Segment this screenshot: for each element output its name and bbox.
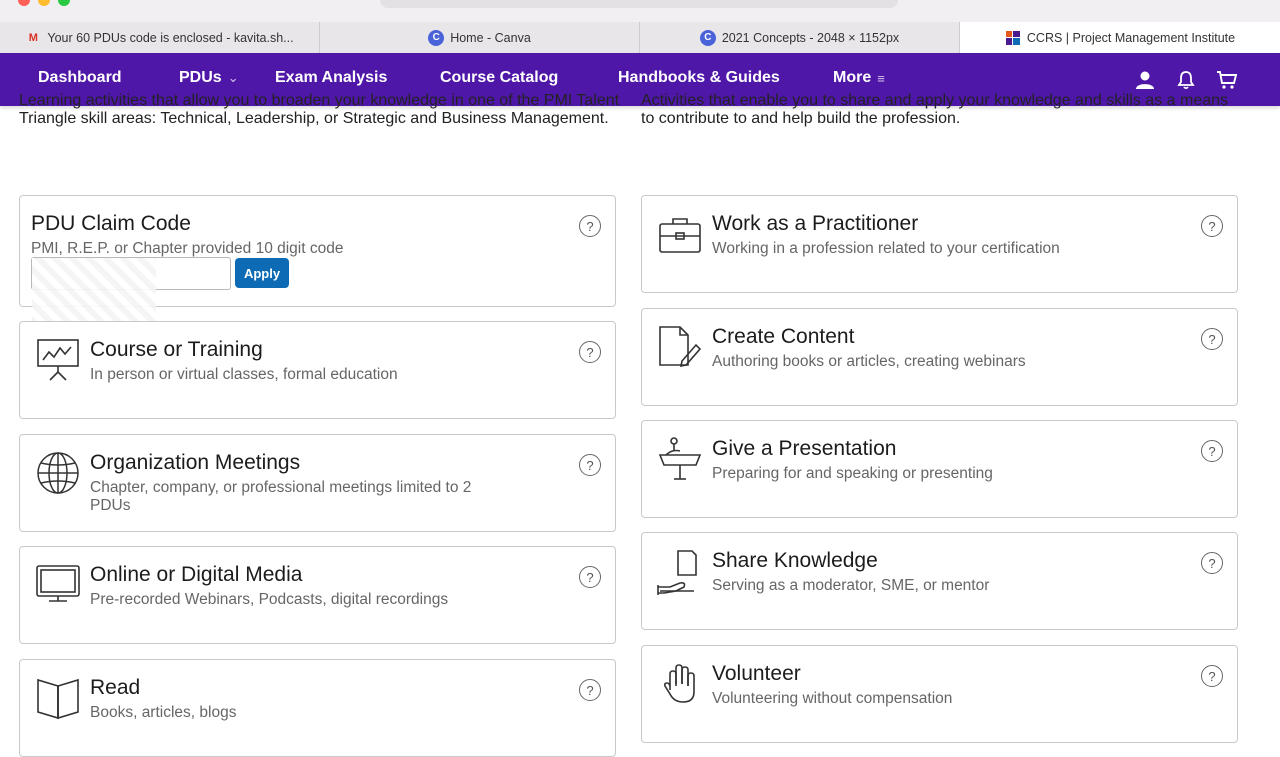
card-subtitle: PMI, R.E.P. or Chapter provided 10 digit… bbox=[31, 240, 344, 257]
nav-label: More bbox=[833, 69, 872, 86]
close-window-icon[interactable] bbox=[18, 0, 30, 6]
activity-card-give-presentation[interactable]: Give a Presentation Preparing for and sp… bbox=[641, 420, 1238, 518]
globe-icon bbox=[34, 449, 82, 497]
card-title: Organization Meetings bbox=[90, 451, 301, 474]
browser-tab-gmail[interactable]: M Your 60 PDUs code is enclosed - kavita… bbox=[0, 22, 320, 53]
minimize-window-icon[interactable] bbox=[38, 0, 50, 6]
pmi-icon bbox=[1005, 30, 1021, 46]
nav-label: Dashboard bbox=[38, 69, 122, 86]
help-icon[interactable]: ? bbox=[1201, 440, 1223, 462]
nav-pdus[interactable]: PDUs ⌄ bbox=[179, 69, 239, 87]
browser-tab-strip: M Your 60 PDUs code is enclosed - kavita… bbox=[0, 22, 1280, 53]
canva-icon: C bbox=[428, 29, 445, 46]
activity-card-online-digital-media[interactable]: Online or Digital Media Pre-recorded Web… bbox=[19, 546, 616, 644]
hand-document-icon bbox=[656, 547, 704, 595]
hamburger-menu-icon: ≡ bbox=[877, 70, 885, 86]
activity-card-organization-meetings[interactable]: Organization Meetings Chapter, company, … bbox=[19, 434, 616, 532]
podium-icon bbox=[656, 435, 704, 483]
monitor-icon bbox=[34, 561, 82, 609]
help-icon[interactable]: ? bbox=[579, 566, 601, 588]
card-title: Course or Training bbox=[90, 338, 263, 361]
activity-card-share-knowledge[interactable]: Share Knowledge Serving as a moderator, … bbox=[641, 532, 1238, 630]
activity-card-volunteer[interactable]: Volunteer Volunteering without compensat… bbox=[641, 645, 1238, 743]
card-title: Read bbox=[90, 676, 141, 699]
gmail-icon: M bbox=[28, 31, 38, 44]
browser-tab-canva-concepts[interactable]: C 2021 Concepts - 2048 × 1152px bbox=[640, 22, 960, 53]
nav-label: Handbooks & Guides bbox=[618, 69, 780, 86]
browser-toolbar bbox=[0, 0, 1280, 22]
activity-card-create-content[interactable]: Create Content Authoring books or articl… bbox=[641, 308, 1238, 406]
apply-button[interactable]: Apply bbox=[235, 258, 289, 288]
nav-more[interactable]: More ≡ bbox=[833, 69, 885, 87]
nav-course-catalog[interactable]: Course Catalog bbox=[440, 69, 558, 87]
nav-handbooks-guides[interactable]: Handbooks & Guides bbox=[618, 69, 780, 87]
card-subtitle: Serving as a moderator, SME, or mentor bbox=[712, 577, 990, 594]
card-title: Online or Digital Media bbox=[90, 563, 303, 586]
nav-label: Course Catalog bbox=[440, 69, 559, 86]
tab-label: Your 60 PDUs code is enclosed - kavita.s… bbox=[47, 30, 294, 45]
tab-label: CCRS | Project Management Institute bbox=[1026, 30, 1236, 45]
cart-icon[interactable] bbox=[1216, 69, 1238, 91]
card-title: Give a Presentation bbox=[712, 437, 897, 460]
help-icon[interactable]: ? bbox=[1201, 665, 1223, 687]
card-subtitle: Pre-recorded Webinars, Podcasts, digital… bbox=[90, 591, 449, 608]
card-subtitle: Volunteering without compensation bbox=[712, 690, 953, 707]
nav-dashboard[interactable]: Dashboard bbox=[38, 69, 122, 87]
giving-back-description: Activities that enable you to share and … bbox=[641, 92, 1229, 127]
book-icon bbox=[34, 674, 82, 722]
activity-card-read[interactable]: Read Books, articles, blogs ? bbox=[19, 659, 616, 757]
card-subtitle: Books, articles, blogs bbox=[90, 704, 237, 721]
help-icon[interactable]: ? bbox=[579, 454, 601, 476]
redacted-area bbox=[32, 258, 156, 324]
help-icon[interactable]: ? bbox=[1201, 552, 1223, 574]
help-icon[interactable]: ? bbox=[1201, 328, 1223, 350]
help-icon[interactable]: ? bbox=[579, 679, 601, 701]
talent-triangle-description: Learning activities that allow you to br… bbox=[19, 92, 620, 127]
briefcase-icon bbox=[656, 210, 704, 258]
card-title: PDU Claim Code bbox=[31, 212, 191, 235]
help-icon[interactable]: ? bbox=[579, 341, 601, 363]
card-subtitle: Chapter, company, or professional meetin… bbox=[90, 479, 472, 514]
maximize-window-icon[interactable] bbox=[58, 0, 70, 6]
chevron-down-icon: ⌄ bbox=[227, 70, 239, 85]
canva-icon: C bbox=[699, 29, 716, 46]
card-subtitle: Authoring books or articles, creating we… bbox=[712, 353, 1026, 370]
address-bar[interactable] bbox=[380, 0, 898, 8]
user-icon[interactable] bbox=[1134, 69, 1156, 91]
nav-label: Exam Analysis bbox=[275, 69, 388, 86]
card-title: Volunteer bbox=[712, 662, 801, 685]
document-pencil-icon bbox=[656, 323, 704, 371]
help-icon[interactable]: ? bbox=[1201, 215, 1223, 237]
browser-tab-canva-home[interactable]: C Home - Canva bbox=[320, 22, 640, 53]
raised-hand-icon bbox=[656, 660, 704, 708]
nav-label: PDUs bbox=[179, 69, 222, 86]
browser-tab-ccrs[interactable]: CCRS | Project Management Institute bbox=[960, 22, 1280, 53]
activity-card-course-training[interactable]: Course or Training In person or virtual … bbox=[19, 321, 616, 419]
help-icon[interactable]: ? bbox=[579, 215, 601, 237]
tab-label: Home - Canva bbox=[450, 30, 531, 45]
activity-card-work-as-practitioner[interactable]: Work as a Practitioner Working in a prof… bbox=[641, 195, 1238, 293]
nav-exam-analysis[interactable]: Exam Analysis bbox=[275, 69, 387, 87]
card-subtitle: Working in a profession related to your … bbox=[712, 240, 1060, 257]
card-subtitle: In person or virtual classes, formal edu… bbox=[90, 366, 398, 383]
card-title: Create Content bbox=[712, 325, 855, 348]
card-title: Share Knowledge bbox=[712, 549, 878, 572]
presentation-board-icon bbox=[34, 336, 82, 384]
tab-label: 2021 Concepts - 2048 × 1152px bbox=[721, 30, 900, 45]
card-subtitle: Preparing for and speaking or presenting bbox=[712, 465, 993, 482]
card-title: Work as a Practitioner bbox=[712, 212, 919, 235]
bell-icon[interactable] bbox=[1175, 69, 1197, 91]
